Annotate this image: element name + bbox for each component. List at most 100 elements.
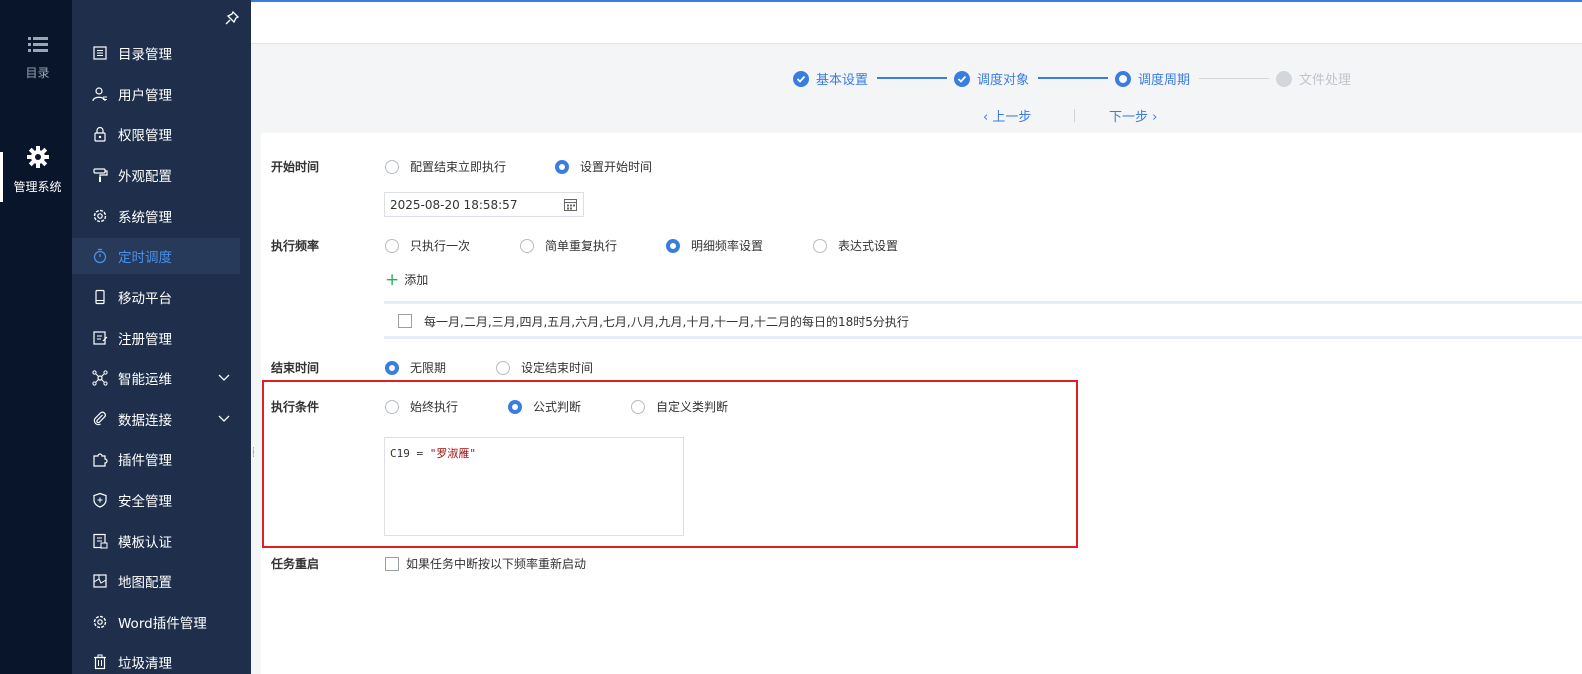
radio-circle [666,238,680,253]
end-unlimited-radio[interactable]: 无限期 [385,359,446,376]
datetime-value: 2025-08-20 18:58:57 [390,198,518,212]
sidebar-item-scheduler[interactable]: 定时调度 [72,238,240,274]
prev-step-button[interactable]: ‹ 上一步 [983,106,1031,125]
sidebar-item-permissions[interactable]: 权限管理 [72,116,240,152]
current-step-icon [1115,70,1131,87]
cond-custom-class-radio[interactable]: 自定义类判断 [631,398,728,415]
sidebar-item-label: 外观配置 [118,169,172,185]
sidebar-item-system[interactable]: 系统管理 [72,198,240,234]
sidebar-item-label: 智能运维 [118,372,172,388]
sidebar-item-register[interactable]: 注册管理 [72,320,240,356]
paint-roller-icon [93,168,108,182]
add-frequency-button[interactable]: + 添加 [385,271,428,288]
sidebar-item-label: 垃圾清理 [118,656,172,672]
sidebar-item-mobile[interactable]: 移动平台 [72,279,240,315]
sidebar-item-users[interactable]: 用户管理 [72,76,240,112]
checkbox-label: 如果任务中断按以下频率重新启动 [406,557,587,571]
chevron-down-icon [218,415,230,422]
radio-circle [508,399,522,414]
sidebar-item-cleanup[interactable]: 垃圾清理 [72,644,240,674]
frequency-rule-checkbox[interactable] [398,314,412,328]
freq-expression-radio[interactable]: 表达式设置 [813,237,898,254]
radio-label: 明细频率设置 [691,239,764,253]
step-label: 文件处理 [1299,73,1352,88]
radio-circle [385,399,399,414]
formula-cell-ref: C19 = [390,447,430,460]
main-content: 基本设置 调度对象 调度周期 文件处理 ‹ 上一步 下一步 › 开始时间 配置结… [251,0,1582,674]
sidebar-item-template-cert[interactable]: 模板认证 [72,523,240,559]
sidebar-item-label: 地图配置 [118,575,172,591]
rail-item-management[interactable]: 管理系统 [0,146,72,214]
radio-circle [555,159,569,174]
resize-handle[interactable]: ⁞ ⁞ [252,447,258,467]
sidebar-item-label: 权限管理 [118,128,172,144]
left-rail: 目录 管理系统 [0,0,72,674]
puzzle-icon [93,453,108,467]
radio-label: 简单重复执行 [545,239,618,253]
step-label: 调度对象 [977,73,1030,88]
cond-formula-radio[interactable]: 公式判断 [508,398,581,415]
plus-icon: + [385,269,400,290]
formula-string-value: "罗淑雁" [429,447,476,460]
step-dispatch-cycle[interactable]: 调度周期 [1115,69,1190,88]
pin-icon[interactable] [224,10,240,26]
register-icon [93,331,108,345]
sidebar-item-label: 模板认证 [118,535,172,551]
check-circle-icon [793,70,809,87]
rail-item-catalog[interactable]: 目录 [3,36,72,106]
sidebar-item-plugins[interactable]: 插件管理 [72,441,240,477]
start-immediate-radio[interactable]: 配置结束立即执行 [385,158,506,175]
chevron-down-icon [218,374,230,381]
trash-icon [94,654,106,670]
step-connector [1038,77,1108,79]
start-set-time-radio[interactable]: 设置开始时间 [555,158,652,175]
next-step-button[interactable]: 下一步 › [1109,106,1157,125]
gear-icon [26,146,49,168]
sidebar-item-catalog[interactable]: 目录管理 [72,35,240,71]
list-icon [27,37,48,52]
step-dispatch-object[interactable]: 调度对象 [954,69,1029,88]
step-label: 调度周期 [1138,73,1191,88]
checkbox-box [385,556,399,571]
freq-once-radio[interactable]: 只执行一次 [385,237,470,254]
end-time-label: 结束时间 [271,361,320,375]
step-file-processing[interactable]: 文件处理 [1276,69,1351,88]
freq-simple-repeat-radio[interactable]: 简单重复执行 [520,237,617,254]
app-window: 目录 管理系统 目录管理 用户管理 权限管理 外观配置 系统管理 定时调度 移动… [0,0,1582,674]
restart-checkbox[interactable]: 如果任务中断按以下频率重新启动 [385,555,586,572]
start-datetime-input[interactable]: 2025-08-20 18:58:57 [384,192,584,217]
step-label: 基本设置 [816,73,869,88]
frequency-rule-row: 每一月,二月,三月,四月,五月,六月,七月,八月,九月,十月,十一月,十二月的每… [384,301,1582,339]
sidebar-item-security[interactable]: 安全管理 [72,482,240,518]
start-time-label: 开始时间 [271,160,320,174]
cond-always-radio[interactable]: 始终执行 [385,398,458,415]
next-step-label: 下一步 [1109,110,1149,125]
sidebar-item-word-plugin[interactable]: Word插件管理 [72,604,240,640]
sidebar-menu: 目录管理 用户管理 权限管理 外观配置 系统管理 定时调度 移动平台 注册管理 [72,0,251,674]
chevron-left-icon: ‹ [983,110,993,125]
sidebar-item-appearance[interactable]: 外观配置 [72,157,240,193]
radio-label: 只执行一次 [410,239,471,253]
step-navigation: ‹ 上一步 下一步 › [251,106,1582,126]
stepper: 基本设置 调度对象 调度周期 文件处理 [251,69,1582,89]
freq-detailed-radio[interactable]: 明细频率设置 [666,237,763,254]
radio-label: 公式判断 [533,400,582,414]
pending-step-icon [1276,70,1292,87]
sidebar-item-label: 注册管理 [118,332,172,348]
frequency-rule-text: 每一月,二月,三月,四月,五月,六月,七月,八月,九月,十月,十一月,十二月的每… [424,315,909,329]
radio-label: 无限期 [410,361,447,375]
sidebar-item-map[interactable]: 地图配置 [72,563,240,599]
radio-label: 表达式设置 [838,239,899,253]
end-set-time-radio[interactable]: 设定结束时间 [496,359,593,376]
sidebar-item-data-connection[interactable]: 数据连接 [72,401,240,437]
link-icon [93,411,106,426]
map-icon [93,574,107,588]
formula-editor[interactable]: C19 = "罗淑雁" [384,437,684,536]
sidebar-item-ops[interactable]: 智能运维 [72,360,240,396]
settings-icon [93,209,107,223]
calendar-icon[interactable] [564,198,577,211]
rail-item-label: 管理系统 [13,180,62,194]
step-basic-settings[interactable]: 基本设置 [793,69,868,88]
radio-label: 设定结束时间 [521,361,594,375]
top-bar [251,2,1582,44]
